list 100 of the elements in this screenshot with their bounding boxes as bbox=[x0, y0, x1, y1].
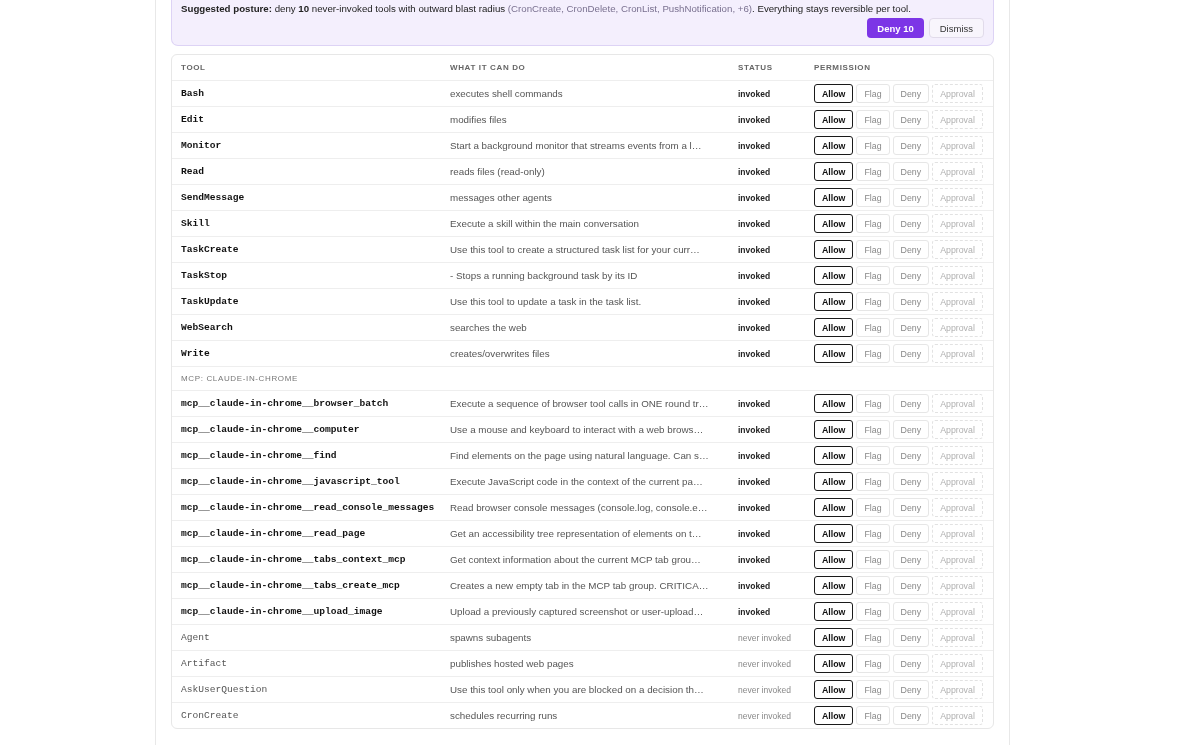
permission-button[interactable]: Allow bbox=[814, 188, 854, 207]
dismiss-button[interactable]: Dismiss bbox=[928, 18, 984, 38]
tool-name: mcp__claude-in-chrome__read_page bbox=[181, 528, 367, 539]
permission-button[interactable]: Flag bbox=[856, 318, 890, 337]
permission-button[interactable]: Deny bbox=[892, 188, 930, 207]
permission-button[interactable]: Allow bbox=[814, 498, 854, 517]
permission-button[interactable]: Flag bbox=[856, 446, 890, 465]
permission-button[interactable]: Deny bbox=[892, 292, 930, 311]
permission-button[interactable]: Flag bbox=[856, 292, 890, 311]
permission-button[interactable]: Flag bbox=[856, 472, 890, 491]
tool-name: TaskUpdate bbox=[181, 296, 240, 307]
permission-button[interactable]: Flag bbox=[856, 266, 890, 285]
permission-button[interactable]: Allow bbox=[814, 446, 854, 465]
permission-button[interactable]: Flag bbox=[856, 680, 890, 699]
permission-button[interactable]: Deny bbox=[892, 266, 930, 285]
permission-button[interactable]: Flag bbox=[856, 344, 890, 363]
permission-button[interactable]: Allow bbox=[814, 240, 854, 259]
tool-name: mcp__claude-in-chrome__upload_image bbox=[181, 606, 384, 617]
permission-button[interactable]: Allow bbox=[814, 394, 854, 413]
permission-button[interactable]: Flag bbox=[856, 214, 890, 233]
deny-button[interactable]: Deny 10 bbox=[867, 18, 924, 38]
permission-button[interactable]: Deny bbox=[892, 318, 930, 337]
status-text: invoked bbox=[738, 270, 772, 281]
permission-button[interactable]: Deny bbox=[892, 136, 930, 155]
permission-button[interactable]: Deny bbox=[892, 680, 930, 699]
tool-name: Artifact bbox=[181, 658, 229, 669]
column-header: PERMISSION bbox=[814, 63, 872, 72]
status-text: invoked bbox=[738, 450, 772, 461]
permission-button[interactable]: Deny bbox=[892, 654, 930, 673]
tool-description: Find elements on the page using natural language. Can s… bbox=[450, 450, 710, 461]
tool-name: TaskCreate bbox=[181, 244, 240, 255]
permission-button[interactable]: Deny bbox=[892, 472, 930, 491]
status-text: never invoked bbox=[738, 684, 792, 695]
permission-button[interactable]: Flag bbox=[856, 394, 890, 413]
status-text: invoked bbox=[738, 580, 772, 591]
permission-button[interactable]: Flag bbox=[856, 576, 890, 595]
permission-button[interactable]: Allow bbox=[814, 576, 854, 595]
permission-button[interactable]: Allow bbox=[814, 680, 854, 699]
permission-button[interactable]: Flag bbox=[856, 110, 890, 129]
permission-button[interactable]: Allow bbox=[814, 524, 854, 543]
permission-button[interactable]: Flag bbox=[856, 84, 890, 103]
permission-button[interactable]: Deny bbox=[892, 394, 930, 413]
status-text: invoked bbox=[738, 218, 772, 229]
permission-button[interactable]: Allow bbox=[814, 214, 854, 233]
permission-button[interactable]: Flag bbox=[856, 162, 890, 181]
permission-button[interactable]: Allow bbox=[814, 136, 854, 155]
permission-button[interactable]: Flag bbox=[856, 188, 890, 207]
permission-button[interactable]: Flag bbox=[856, 654, 890, 673]
permission-button[interactable]: Allow bbox=[814, 602, 854, 621]
permission-button[interactable]: Deny bbox=[892, 576, 930, 595]
tool-description: executes shell commands bbox=[450, 88, 564, 99]
status-text: invoked bbox=[738, 166, 772, 177]
permission-button[interactable]: Allow bbox=[814, 318, 854, 337]
permission-button[interactable]: Deny bbox=[892, 344, 930, 363]
permission-button[interactable]: Deny bbox=[892, 602, 930, 621]
tool-description: Get an accessibility tree representation of elements on t… bbox=[450, 528, 703, 539]
permission-button[interactable]: Allow bbox=[814, 162, 854, 181]
permission-button[interactable]: Flag bbox=[856, 550, 890, 569]
permission-button[interactable]: Allow bbox=[814, 420, 854, 439]
tool-name: Read bbox=[181, 166, 206, 177]
permission-button[interactable]: Deny bbox=[892, 706, 930, 725]
tool-name: Agent bbox=[181, 632, 211, 643]
permission-button[interactable]: Flag bbox=[856, 498, 890, 517]
permission-button[interactable]: Allow bbox=[814, 266, 854, 285]
permission-button[interactable]: Allow bbox=[814, 550, 854, 569]
tool-description: Use a mouse and keyboard to interact with a web brows… bbox=[450, 424, 705, 435]
permission-button[interactable]: Allow bbox=[814, 84, 854, 103]
permission-button[interactable]: Deny bbox=[892, 524, 930, 543]
permission-button[interactable]: Deny bbox=[892, 84, 930, 103]
permission-button[interactable]: Flag bbox=[856, 602, 890, 621]
permission-button[interactable]: Allow bbox=[814, 110, 854, 129]
permission-button[interactable]: Deny bbox=[892, 446, 930, 465]
permission-button[interactable]: Flag bbox=[856, 420, 890, 439]
tool-name: Bash bbox=[181, 88, 206, 99]
tool-description: Get context information about the current MCP tab grou… bbox=[450, 554, 702, 565]
tool-description: - Stops a running background task by its ID bbox=[450, 270, 639, 281]
tool-name: Skill bbox=[181, 218, 211, 229]
permission-button[interactable]: Flag bbox=[856, 706, 890, 725]
permission-button[interactable]: Deny bbox=[892, 420, 930, 439]
permission-button[interactable]: Allow bbox=[814, 628, 854, 647]
permission-button[interactable]: Flag bbox=[856, 240, 890, 259]
permission-button[interactable]: Deny bbox=[892, 498, 930, 517]
permission-button[interactable]: Deny bbox=[892, 240, 930, 259]
permission-button[interactable]: Allow bbox=[814, 292, 854, 311]
permission-button[interactable]: Flag bbox=[856, 524, 890, 543]
permission-button[interactable]: Allow bbox=[814, 654, 854, 673]
permission-button[interactable]: Deny bbox=[892, 550, 930, 569]
permission-button[interactable]: Deny bbox=[892, 628, 930, 647]
permission-button[interactable]: Deny bbox=[892, 214, 930, 233]
permission-button[interactable]: Allow bbox=[814, 706, 854, 725]
tool-name: mcp__claude-in-chrome__tabs_context_mcp bbox=[181, 554, 407, 565]
tool-name: mcp__claude-in-chrome__read_console_messages bbox=[181, 502, 436, 513]
permission-button[interactable]: Allow bbox=[814, 472, 854, 491]
permission-button[interactable]: Flag bbox=[856, 628, 890, 647]
permission-button[interactable]: Flag bbox=[856, 136, 890, 155]
permission-button[interactable]: Deny bbox=[892, 110, 930, 129]
permission-button[interactable]: Deny bbox=[892, 162, 930, 181]
status-text: invoked bbox=[738, 528, 772, 539]
tool-name: mcp__claude-in-chrome__computer bbox=[181, 424, 361, 435]
permission-button[interactable]: Allow bbox=[814, 344, 854, 363]
